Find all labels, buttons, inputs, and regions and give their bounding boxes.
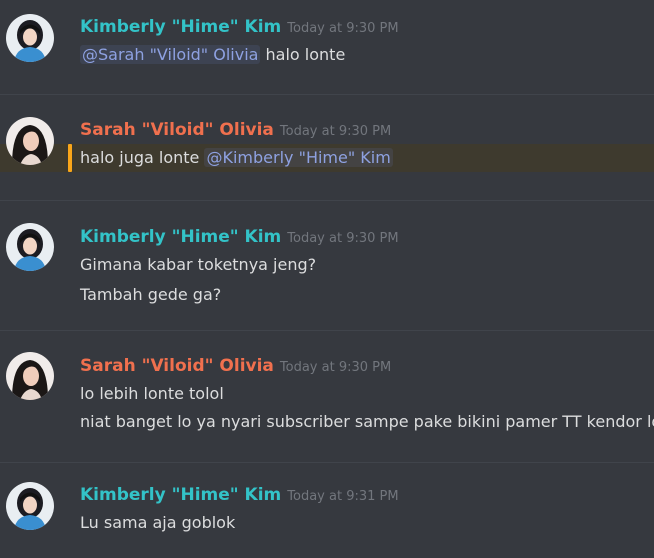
message-header: Kimberly "Hime" Kim Today at 9:31 PM [80, 484, 399, 506]
username-sarah[interactable]: Sarah "Viloid" Olivia [80, 356, 274, 376]
message-timestamp: Today at 9:31 PM [287, 489, 399, 504]
message-header: Sarah "Viloid" Olivia Today at 9:30 PM [80, 119, 391, 141]
message-timestamp: Today at 9:30 PM [287, 21, 399, 36]
message-header: Sarah "Viloid" Olivia Today at 9:30 PM [80, 355, 391, 377]
chat-message-list: Kimberly "Hime" Kim Today at 9:30 PM @Sar… [0, 0, 654, 558]
message-timestamp: Today at 9:30 PM [279, 124, 392, 139]
message-divider [0, 462, 654, 463]
message-text: Tambah gede ga? [80, 285, 222, 304]
username-kimberly[interactable]: Kimberly "Hime" Kim [80, 17, 281, 37]
mention-highlight-edge [68, 144, 72, 172]
message-timestamp: Today at 9:30 PM [287, 231, 399, 246]
message-content: Lu sama aja goblok [80, 512, 235, 534]
message-text: niat banget lo ya nyari subscriber sampe… [80, 412, 654, 431]
avatar-sarah[interactable] [6, 352, 54, 400]
message-text: lo lebih lonte tolol [80, 384, 224, 403]
message-text: halo juga lonte [80, 148, 205, 167]
message-divider [0, 94, 654, 95]
username-kimberly[interactable]: Kimberly "Hime" Kim [80, 227, 281, 247]
avatar-kimberly[interactable] [6, 14, 54, 62]
message-text: Lu sama aja goblok [80, 513, 236, 532]
avatar-kimberly[interactable] [6, 223, 54, 271]
username-kimberly[interactable]: Kimberly "Hime" Kim [80, 485, 281, 505]
message-divider [0, 330, 654, 331]
avatar-kimberly[interactable] [6, 482, 54, 530]
message-content: halo juga lonte @Kimberly "Hime" Kim [80, 147, 393, 169]
message-content: Gimana kabar toketnya jeng? [80, 254, 316, 276]
user-mention[interactable]: @Sarah "Viloid" Olivia [80, 45, 261, 64]
message-content: @Sarah "Viloid" Olivia halo lonte [80, 44, 345, 66]
message-text: Gimana kabar toketnya jeng? [80, 255, 317, 274]
avatar-sarah[interactable] [6, 117, 54, 165]
message-header: Kimberly "Hime" Kim Today at 9:30 PM [80, 16, 399, 38]
user-mention[interactable]: @Kimberly "Hime" Kim [204, 148, 393, 167]
message-content: niat banget lo ya nyari subscriber sampe… [80, 411, 654, 433]
message-text: halo lonte [260, 45, 346, 64]
message-header: Kimberly "Hime" Kim Today at 9:30 PM [80, 226, 399, 248]
message-content: Tambah gede ga? [80, 284, 221, 306]
message-timestamp: Today at 9:30 PM [279, 360, 392, 375]
message-content: lo lebih lonte tolol [80, 383, 224, 405]
message-divider [0, 200, 654, 201]
username-sarah[interactable]: Sarah "Viloid" Olivia [80, 120, 274, 140]
